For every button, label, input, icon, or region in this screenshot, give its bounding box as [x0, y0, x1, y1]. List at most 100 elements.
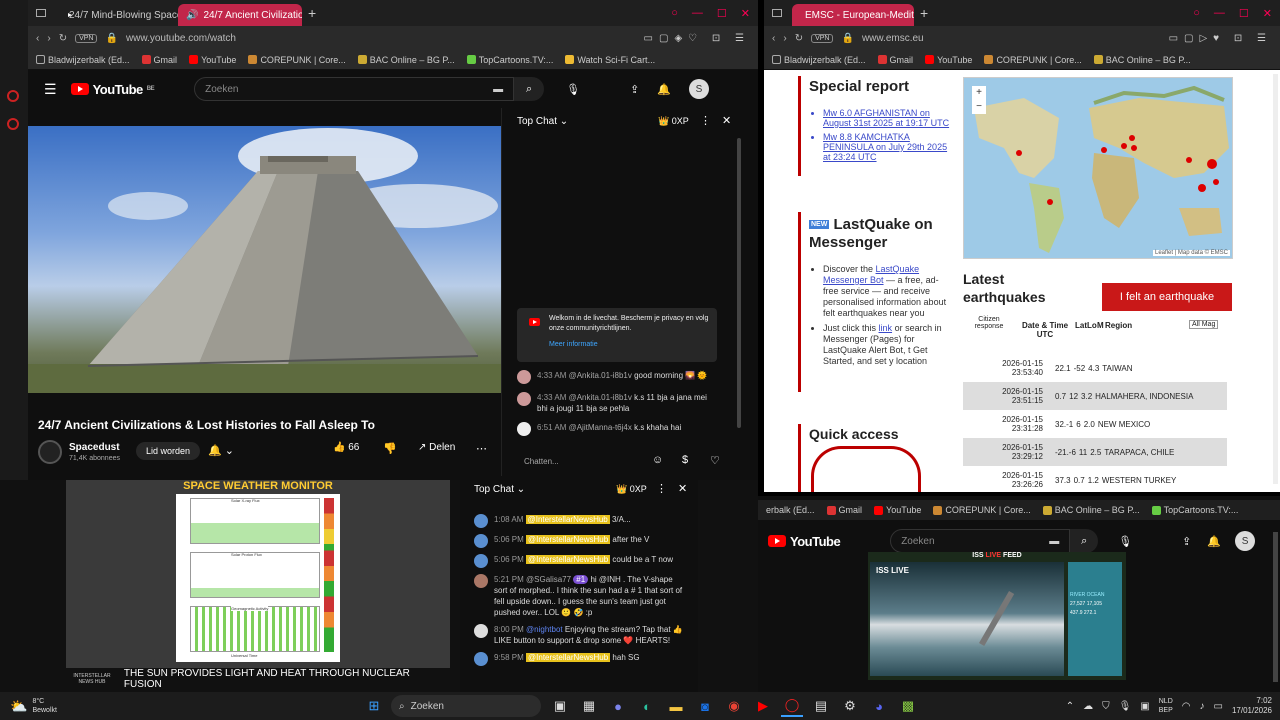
- upload-icon[interactable]: ⇪: [630, 83, 639, 96]
- magnitude-filter-select[interactable]: All Mag: [1189, 320, 1219, 329]
- url-field[interactable]: www.emsc.eu: [862, 33, 1161, 44]
- calculator-icon[interactable]: ▦: [578, 695, 600, 717]
- new-tab-button[interactable]: +: [308, 5, 316, 21]
- more-button[interactable]: ⋯: [476, 442, 487, 455]
- forward-icon[interactable]: ›: [783, 33, 786, 44]
- bookmark-item[interactable]: Gmail: [826, 505, 862, 515]
- search-button[interactable]: ⌕: [1070, 529, 1099, 553]
- bookmark-item[interactable]: YouTube: [874, 505, 921, 515]
- search-button[interactable]: ⌕: [514, 77, 545, 101]
- bookmark-item[interactable]: Bladwijzerbalk (Ed...: [772, 55, 866, 65]
- chat-mode-dropdown[interactable]: Top Chat ⌄: [474, 484, 525, 495]
- dislike-button[interactable]: 👎: [383, 442, 397, 455]
- mic-icon[interactable]: 🎙: [1118, 535, 1132, 548]
- join-button[interactable]: Lid worden: [136, 442, 201, 460]
- vpn-badge[interactable]: VPN: [75, 33, 98, 43]
- clock[interactable]: 7:02 17/01/2026: [1232, 696, 1272, 716]
- reload-icon[interactable]: ↻: [795, 33, 803, 44]
- edge-icon[interactable]: ◐: [636, 695, 658, 717]
- forward-icon[interactable]: ›: [47, 33, 50, 44]
- bookmark-item[interactable]: YouTube: [925, 55, 972, 65]
- tab-emsc[interactable]: EMSC - European-Mediter: [792, 4, 914, 26]
- opera-icon[interactable]: ◯: [781, 695, 803, 717]
- bookmark-item[interactable]: BAC Online – BG P...: [1042, 505, 1140, 515]
- extensions-icon[interactable]: ▭▢▷♥ ⊡ ☰: [1169, 33, 1272, 44]
- bookmark-item[interactable]: BAC Online – BG P...: [1093, 55, 1191, 65]
- tab-sidebar-icon[interactable]: [36, 9, 46, 17]
- red-circle-icon[interactable]: [7, 90, 19, 102]
- menu-icon[interactable]: ☰: [44, 81, 57, 98]
- bookmark-item[interactable]: Gmail: [141, 55, 177, 65]
- bookmark-item[interactable]: BAC Online – BG P...: [357, 55, 455, 65]
- chat-more-icon[interactable]: ⋮: [700, 114, 711, 127]
- bell-icon[interactable]: 🔔: [1207, 535, 1221, 548]
- zoom-out-button[interactable]: −: [972, 100, 986, 114]
- points-badge[interactable]: 👑 0XP: [658, 116, 689, 127]
- back-icon[interactable]: ‹: [36, 33, 39, 44]
- youtube-logo[interactable]: YouTube: [768, 534, 841, 549]
- report-link[interactable]: Mw 6.0 AFGHANISTAN on August 31st 2025 a…: [823, 108, 953, 128]
- video-player[interactable]: [28, 126, 501, 393]
- tab-ancient-civilizations[interactable]: 🔊 24/7 Ancient Civilizatio: [178, 4, 302, 26]
- battery-icon[interactable]: ▭: [1214, 701, 1223, 712]
- chat-more-icon[interactable]: ⋮: [656, 482, 667, 495]
- bell-icon[interactable]: 🔔: [657, 83, 671, 96]
- close-button[interactable]: ✕: [741, 7, 750, 20]
- i-felt-earthquake-button[interactable]: I felt an earthquake: [1102, 283, 1232, 311]
- volume-icon[interactable]: ♪: [1200, 701, 1205, 712]
- bookmark-item[interactable]: COREPUNK | Core...: [984, 55, 1082, 65]
- chat-close-icon[interactable]: ✕: [722, 114, 731, 127]
- table-row[interactable]: 2026-01-15 23:31:28 32.-1 6 2.0 NEW MEXICO: [963, 410, 1227, 438]
- reload-icon[interactable]: ↻: [59, 33, 67, 44]
- superchat-icon[interactable]: $: [682, 454, 688, 466]
- new-tab-button[interactable]: +: [920, 5, 928, 21]
- tab-mind-blowing-space[interactable]: 24/7 Mind-Blowing Space: [56, 4, 178, 26]
- task-view-icon[interactable]: ▣: [549, 695, 571, 717]
- channel-name[interactable]: Spacedust: [69, 442, 120, 453]
- table-row[interactable]: 2026-01-15 23:29:12 -21.-6 11 2.5 TARAPACA, C…: [963, 438, 1227, 466]
- game-icon[interactable]: ▩: [897, 695, 919, 717]
- table-row[interactable]: 2026-01-15 23:51:15 0.7 12 3.2 HALMAHERA, IND…: [963, 382, 1227, 410]
- avatar[interactable]: S: [1235, 531, 1256, 551]
- heart-icon[interactable]: ♡: [710, 454, 720, 467]
- share-button[interactable]: ↗ Delen: [418, 442, 455, 453]
- channel-avatar[interactable]: [38, 440, 62, 464]
- weather-widget[interactable]: ⛅ 8°C Bewolkt: [10, 697, 120, 715]
- maximize-button[interactable]: ☐: [1239, 7, 1249, 20]
- language-indicator[interactable]: NLD BEP: [1159, 697, 1173, 715]
- page-scrollbar[interactable]: [1273, 74, 1278, 484]
- discord-icon[interactable]: ◕: [868, 695, 890, 717]
- outlook-icon[interactable]: ◙: [694, 695, 716, 717]
- bookmark-item[interactable]: Gmail: [877, 55, 913, 65]
- close-button[interactable]: ✕: [1263, 7, 1272, 20]
- table-row[interactable]: 2026-01-15 23:53:40 22.1 -52 4.3 TAIWAN: [963, 354, 1227, 382]
- quick-access-icons[interactable]: [811, 446, 921, 492]
- chat-mode-dropdown[interactable]: Top Chat ⌄: [517, 116, 568, 127]
- bell-subscribe-icon[interactable]: 🔔 ⌄: [208, 444, 234, 457]
- chat-close-icon[interactable]: ✕: [678, 482, 687, 495]
- search-icon[interactable]: ○: [671, 7, 678, 20]
- keyboard-icon[interactable]: ▬: [493, 84, 503, 95]
- like-button[interactable]: 👍 66: [333, 442, 359, 453]
- link-link[interactable]: link: [879, 323, 893, 333]
- bookmark-item[interactable]: erbalk (Ed...: [766, 505, 815, 515]
- mic-icon[interactable]: 🎙: [566, 83, 580, 96]
- tray-chevron-icon[interactable]: ⌃: [1066, 701, 1074, 712]
- bookmark-item[interactable]: TopCartoons.TV:...: [1151, 505, 1238, 515]
- app-tray-icon[interactable]: ▣: [1140, 701, 1149, 712]
- teams-icon[interactable]: ●: [607, 695, 629, 717]
- start-button[interactable]: ⊞: [363, 695, 385, 717]
- bookmark-item[interactable]: COREPUNK | Core...: [248, 55, 346, 65]
- minimize-button[interactable]: —: [1214, 7, 1225, 20]
- wifi-icon[interactable]: ◠: [1182, 701, 1191, 712]
- earthquake-map[interactable]: + − Leaflet | Map data © EMSC: [963, 77, 1233, 259]
- youtube-logo[interactable]: YouTube BE: [70, 82, 155, 97]
- settings-icon[interactable]: ⚙: [839, 695, 861, 717]
- bookmark-item[interactable]: Watch Sci-Fi Cart...: [565, 55, 655, 65]
- points-badge[interactable]: 👑 0XP: [616, 484, 647, 495]
- cloud-icon[interactable]: ☁: [1083, 701, 1093, 712]
- search-icon[interactable]: ○: [1193, 7, 1200, 20]
- table-row[interactable]: 2026-01-15 23:26:26 37.3 0.7 1.2 WESTERN TURK…: [963, 466, 1227, 492]
- bookmark-item[interactable]: Bladwijzerbalk (Ed...: [36, 55, 130, 65]
- search-input[interactable]: Zoeken ▬: [194, 77, 515, 101]
